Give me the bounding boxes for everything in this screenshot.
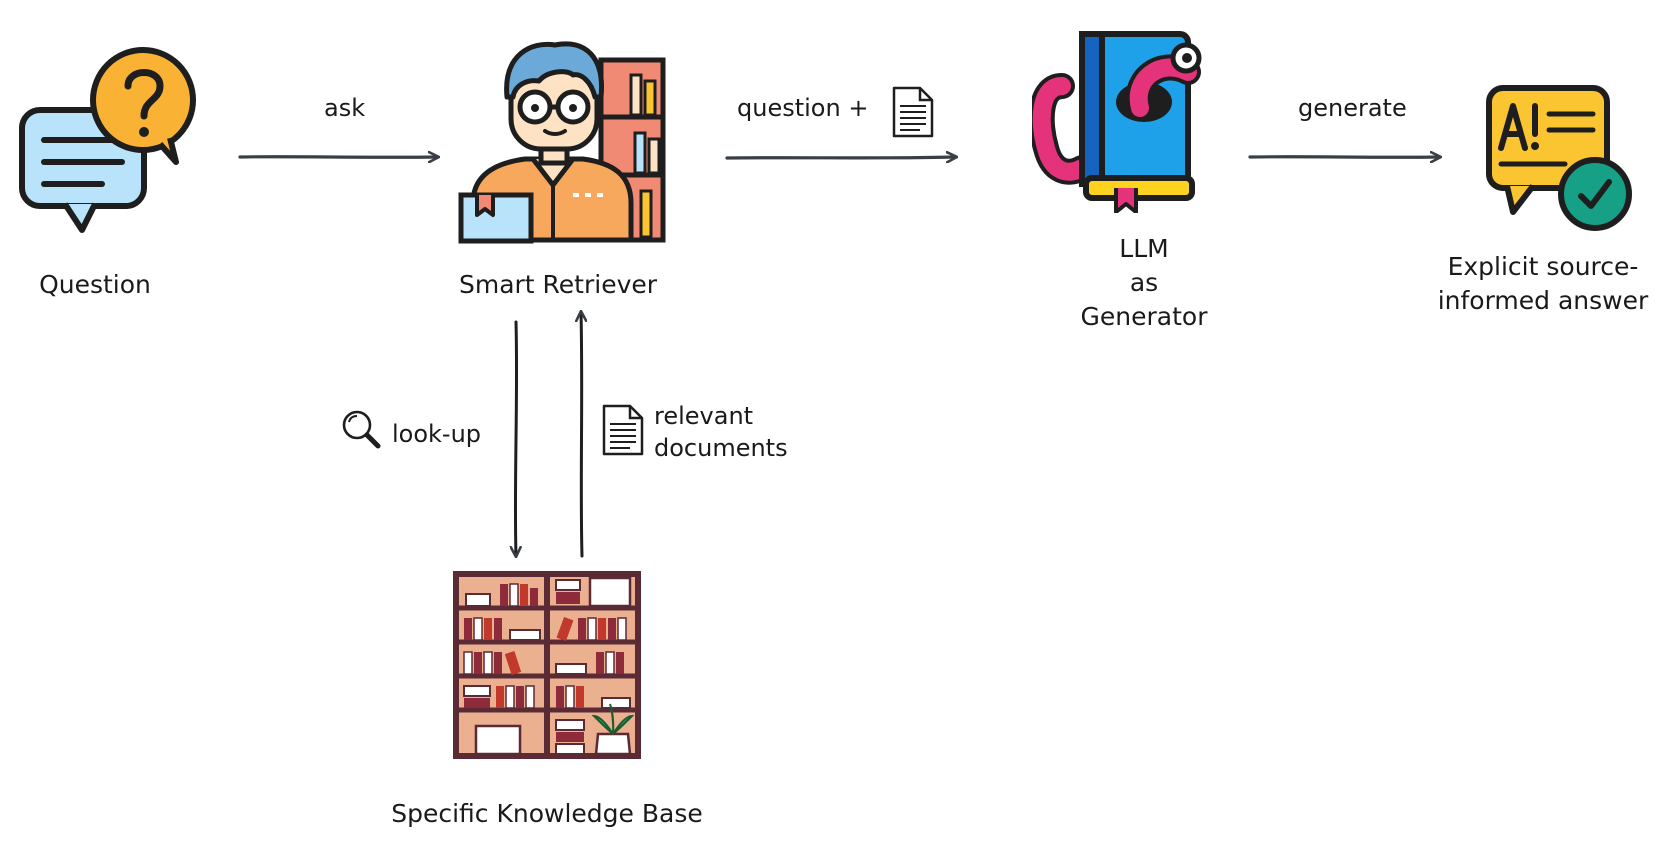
answer-label: Explicit source- informed answer — [1430, 250, 1656, 318]
speech-bubbles-question-icon — [19, 47, 196, 233]
knowledge-base-label: Specific Knowledge Base — [391, 799, 703, 828]
llm-node — [1028, 28, 1207, 214]
retriever-label: Smart Retriever — [458, 270, 658, 299]
relevant-docs-arrow — [581, 312, 582, 558]
librarian-icon — [458, 41, 666, 244]
question-docs-arrow — [725, 157, 956, 158]
llm-label-line-3: Generator — [1080, 302, 1208, 331]
lookup-label: look-up — [392, 420, 482, 448]
question-plus-label: question + — [737, 94, 869, 122]
answer-label-line-1: Explicit source- — [1447, 252, 1639, 281]
document-icon — [602, 404, 644, 456]
relevant-docs-line-2: documents — [654, 434, 788, 462]
document-icon — [892, 86, 934, 138]
answer-label-line-2: informed answer — [1437, 286, 1649, 315]
magnifier-icon — [342, 410, 381, 449]
retriever-node — [455, 35, 670, 245]
ask-label: ask — [324, 94, 366, 122]
lookup-arrow — [515, 320, 516, 556]
connectors — [238, 0, 1666, 855]
generate-arrow — [1248, 157, 1440, 158]
question-node — [10, 40, 210, 240]
llm-label: LLM as Generator — [1044, 232, 1244, 334]
bookshelf-icon — [453, 571, 641, 759]
relevant-docs-label: relevant documents — [654, 400, 788, 464]
answer-node — [1485, 84, 1635, 234]
llm-label-line-2: as — [1129, 268, 1159, 297]
generate-label: generate — [1298, 94, 1407, 122]
knowledge-base-node — [452, 570, 642, 760]
relevant-docs-line-1: relevant — [654, 402, 754, 430]
question-label: Question — [39, 270, 151, 299]
llm-label-line-1: LLM — [1119, 234, 1169, 263]
answer-check-icon — [1486, 85, 1632, 231]
bookworm-book-icon — [1028, 31, 1202, 214]
rag-diagram: Question ask Smart Retriever question + … — [0, 0, 1666, 855]
ask-arrow — [238, 157, 438, 158]
